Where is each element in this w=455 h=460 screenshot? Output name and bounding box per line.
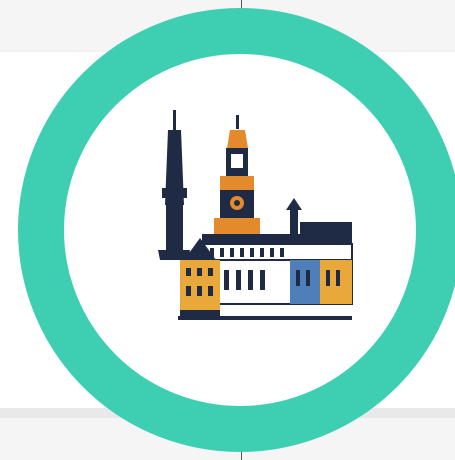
app-screen (0, 0, 455, 460)
city-hall-skyline-icon (158, 110, 353, 320)
